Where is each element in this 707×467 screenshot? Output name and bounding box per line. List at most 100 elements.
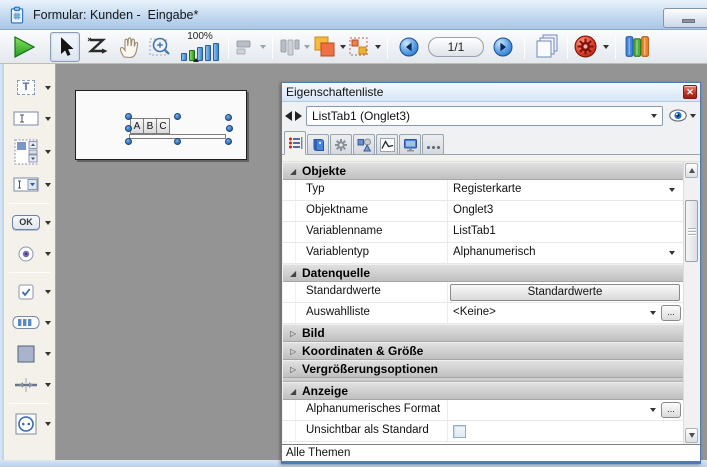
ellipsis-button[interactable]: ... — [661, 402, 681, 418]
panel-close-button[interactable]: ✕ — [683, 85, 697, 99]
collapse-icon[interactable]: ▷ — [290, 329, 302, 338]
zoom-bars[interactable] — [181, 43, 219, 61]
form-pages-button[interactable] — [531, 32, 561, 62]
tab-events[interactable] — [376, 134, 398, 154]
next-page-button[interactable] — [488, 32, 518, 62]
static-text-tool[interactable]: T — [4, 72, 55, 103]
input-field-tool[interactable] — [4, 103, 55, 134]
form-properties-menu-button[interactable] — [574, 32, 609, 62]
expand-icon[interactable]: ◢ — [290, 269, 302, 278]
zoom-bar-50[interactable] — [181, 53, 187, 61]
toolbar-separator — [387, 35, 388, 59]
panel-scrollbar[interactable] — [683, 162, 699, 444]
zoom-level-widget[interactable]: 100% — [181, 32, 219, 61]
prev-page-button[interactable] — [394, 32, 424, 62]
property-value-text[interactable]: Onglet3 — [453, 204, 493, 216]
plugin-area-tool[interactable] — [4, 407, 55, 441]
checkbox-tool[interactable] — [4, 276, 55, 307]
tab-control-tab-c[interactable]: C — [156, 118, 170, 134]
section-header-objekte[interactable]: ◢ Objekte — [283, 162, 683, 180]
section-header-datenquelle[interactable]: ◢ Datenquelle — [283, 264, 683, 282]
toolbar-separator — [524, 35, 525, 59]
selection-handle[interactable] — [226, 125, 233, 132]
object-level-menu-button[interactable] — [312, 32, 346, 62]
unsichtbar-checkbox[interactable] — [453, 425, 466, 438]
expand-icon[interactable]: ◢ — [290, 387, 302, 396]
duplicate-menu-button[interactable] — [348, 32, 381, 62]
property-value-dropdown[interactable]: <Keine> — [453, 306, 496, 318]
tab-display[interactable] — [399, 134, 421, 154]
minimize-button[interactable] — [663, 8, 707, 28]
scrollbar-thumb[interactable] — [685, 200, 698, 262]
align-menu-button[interactable] — [235, 32, 266, 62]
scrollbar-down-button[interactable] — [685, 428, 698, 443]
themes-filter-bar[interactable]: Alle Themen — [282, 444, 700, 461]
section-header-vergroesserung[interactable]: ▷ Vergrößerungsoptionen — [283, 360, 683, 378]
ellipsis-button[interactable]: ... — [661, 305, 681, 321]
monitor-icon — [403, 138, 418, 152]
tabstrip-gap — [282, 155, 700, 162]
library-books-icon — [624, 34, 651, 59]
object-selector[interactable]: ListTab1 (Onglet3) — [306, 106, 663, 126]
property-value-text[interactable]: ListTab1 — [453, 225, 496, 237]
property-value-dropdown[interactable]: Registerkarte — [453, 183, 521, 195]
section-header-bild[interactable]: ▷ Bild — [283, 324, 683, 342]
tab-property-list[interactable] — [284, 131, 306, 155]
tab-objects[interactable] — [353, 134, 375, 154]
next-object-button[interactable] — [295, 111, 302, 121]
collapse-icon[interactable]: ▷ — [290, 365, 302, 374]
form-page[interactable]: A B C — [75, 90, 247, 160]
listbox-tool[interactable] — [4, 134, 55, 169]
library-button[interactable] — [622, 32, 652, 62]
splitter-tool[interactable] — [4, 369, 55, 400]
combobox-tool[interactable] — [4, 169, 55, 200]
zoom-tool-button[interactable] — [146, 32, 176, 62]
dropdown-arrow-icon — [45, 252, 51, 256]
property-row-auswahlliste: Auswahlliste <Keine> ... — [283, 303, 683, 324]
collapse-icon[interactable]: ▷ — [290, 347, 302, 356]
selection-handle[interactable] — [125, 125, 132, 132]
scrollbar-up-button[interactable] — [685, 163, 698, 178]
titlebar[interactable]: Formular: Kunden - Eingabe* — [0, 0, 707, 30]
run-form-button[interactable] — [9, 32, 39, 62]
property-value-dropdown[interactable]: Alphanumerisch — [453, 246, 535, 258]
dropdown-arrow-icon[interactable] — [650, 311, 656, 315]
tab-more[interactable] — [422, 134, 444, 154]
standardwerte-button[interactable]: Standardwerte — [450, 284, 680, 301]
tab-control-tab-a[interactable]: A — [130, 118, 144, 134]
expand-icon[interactable]: ◢ — [290, 167, 302, 176]
distribute-menu-button[interactable] — [279, 32, 310, 62]
radio-button-tool[interactable] — [4, 238, 55, 269]
selection-handle[interactable] — [125, 113, 132, 120]
zoom-bar-400[interactable] — [205, 45, 211, 61]
dropdown-arrow-icon[interactable] — [650, 408, 656, 412]
section-header-anzeige[interactable]: ◢ Anzeige — [283, 382, 683, 400]
tab-options[interactable] — [330, 134, 352, 154]
zoom-bar-800[interactable] — [213, 43, 219, 61]
rectangle-tool[interactable] — [4, 338, 55, 369]
dropdown-arrow-icon[interactable] — [669, 188, 675, 192]
tab-data[interactable] — [307, 134, 329, 154]
push-button-tool[interactable]: OK — [4, 207, 55, 238]
tab-control-object[interactable]: A B C — [130, 118, 169, 134]
palette-separator — [9, 203, 50, 204]
visibility-menu-button[interactable] — [669, 109, 696, 122]
selection-handle[interactable] — [174, 113, 181, 120]
gear-gray-icon — [334, 138, 348, 152]
prev-object-button[interactable] — [285, 111, 292, 121]
tab-control-tab-b[interactable]: B — [143, 118, 157, 134]
selection-handle[interactable] — [125, 138, 132, 145]
prev-page-icon — [399, 37, 419, 57]
selection-handle[interactable] — [225, 138, 232, 145]
panel-titlebar[interactable]: Eigenschaftenliste ✕ — [282, 83, 700, 102]
pan-tool-button[interactable] — [114, 32, 144, 62]
dropdown-arrow-icon[interactable] — [669, 251, 675, 255]
selection-handle[interactable] — [174, 138, 181, 145]
section-header-koordinaten[interactable]: ▷ Koordinaten & Größe — [283, 342, 683, 360]
layer-order-icon — [312, 35, 337, 58]
entry-order-tool-button[interactable] — [82, 32, 112, 62]
button-grid-tool[interactable] — [4, 307, 55, 338]
combobox-icon — [11, 177, 41, 192]
selection-handle[interactable] — [225, 114, 232, 121]
select-tool-button[interactable] — [50, 32, 80, 62]
